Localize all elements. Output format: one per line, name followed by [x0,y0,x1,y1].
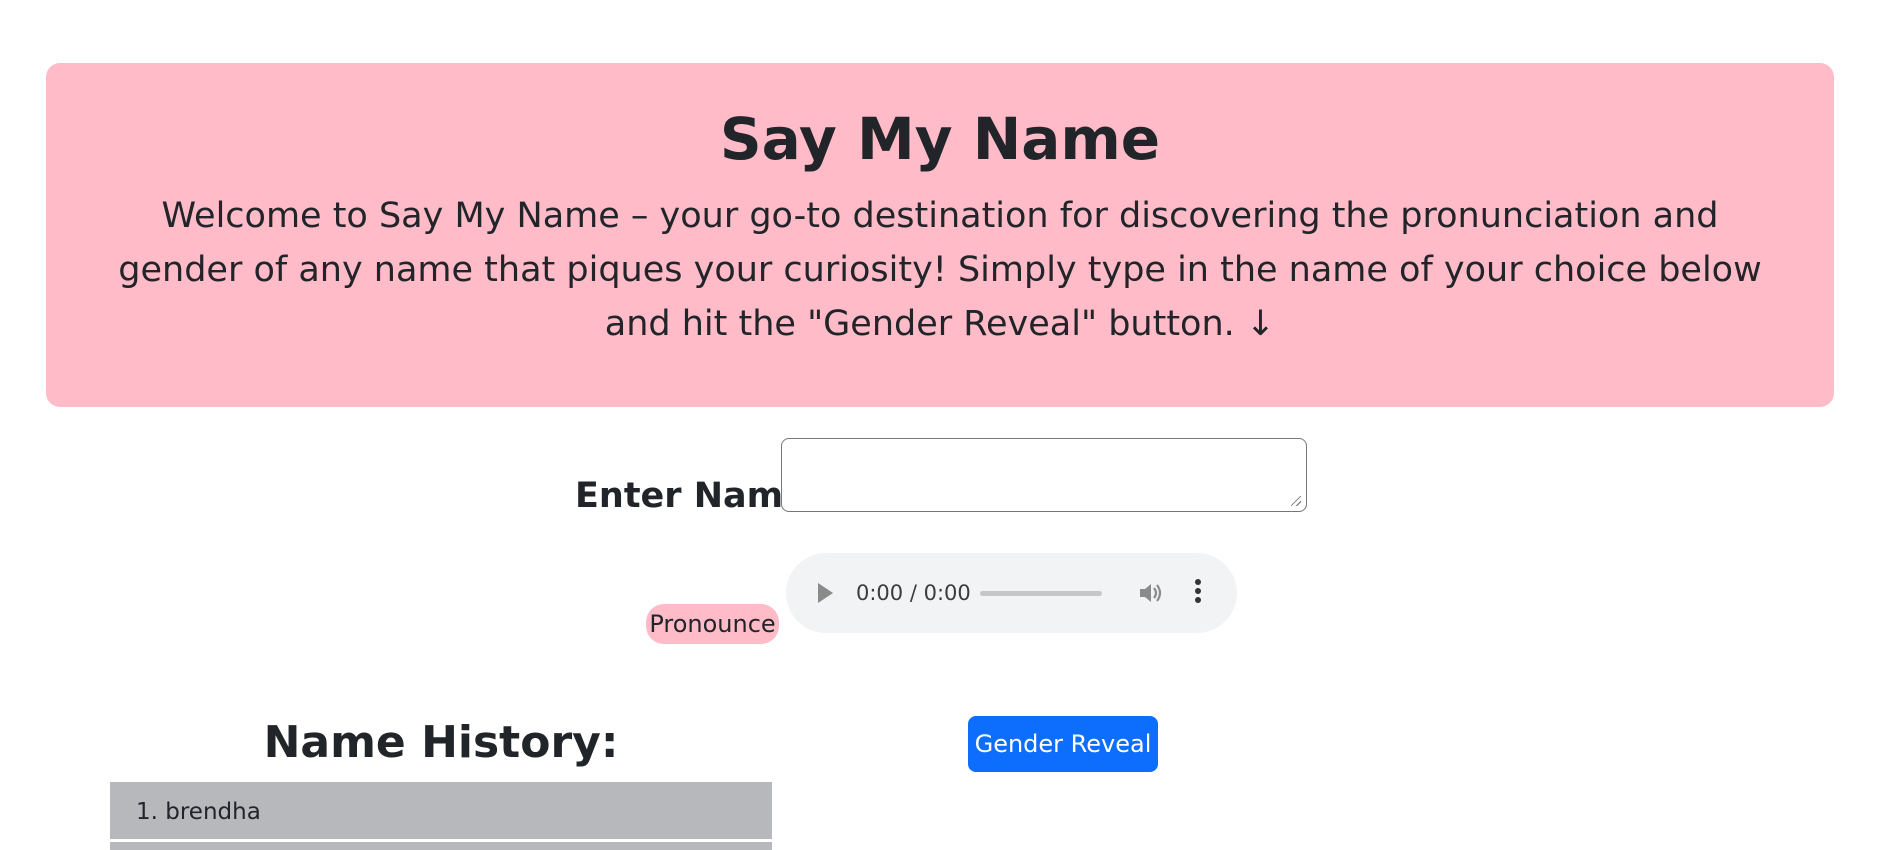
name-history-list: 1. brendha [110,782,772,850]
list-item[interactable]: 1. brendha [110,782,772,842]
more-options-icon[interactable] [1194,579,1202,607]
pronounce-button[interactable]: Pronounce [646,604,779,644]
play-icon[interactable] [818,583,833,603]
audio-time: 0:00 / 0:00 [856,581,971,605]
volume-icon[interactable] [1138,581,1164,605]
name-history-title: Name History: [263,717,619,768]
welcome-text: Welcome to Say My Name – your go-to dest… [118,195,1762,344]
audio-player: 0:00 / 0:00 [786,553,1237,633]
resize-handle-icon[interactable] [1291,496,1301,506]
name-input[interactable] [781,438,1307,512]
audio-progress-slider[interactable] [980,591,1102,596]
list-item-partial [110,842,772,850]
page-title: Say My Name [719,105,1161,173]
gender-reveal-button[interactable]: Gender Reveal [968,716,1158,772]
hero-banner: Say My Name Welcome to Say My Name – you… [46,63,1834,407]
